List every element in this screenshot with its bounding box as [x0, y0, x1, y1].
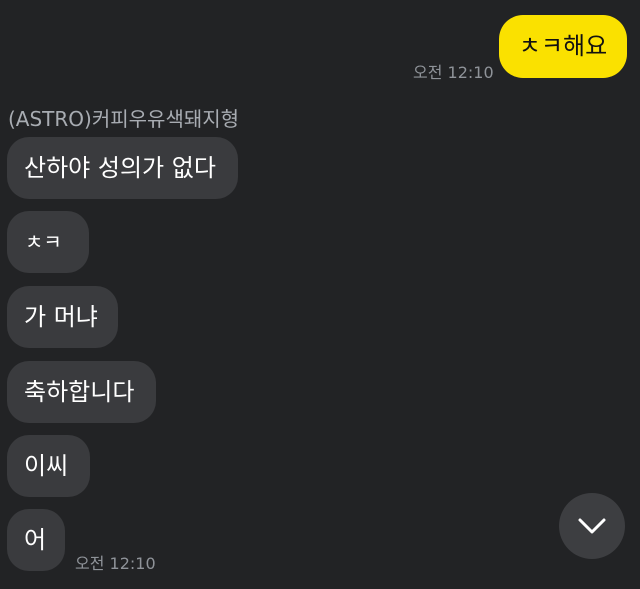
outgoing-message-time: 오전 12:10: [413, 63, 494, 82]
incoming-message-bubble[interactable]: ㅊㅋ: [7, 211, 89, 273]
scroll-to-bottom-button[interactable]: [559, 493, 625, 559]
incoming-message-bubble[interactable]: 이씨: [7, 435, 90, 497]
incoming-message-bubble[interactable]: 산하야 성의가 없다: [7, 137, 238, 199]
chat-window: ㅊㅋ해요 오전 12:10 (ASTRO)커피우유색돼지형 산하야 성의가 없다…: [0, 0, 640, 589]
sender-name[interactable]: (ASTRO)커피우유색돼지형: [8, 103, 239, 132]
outgoing-message-bubble[interactable]: ㅊㅋ해요: [499, 15, 627, 78]
incoming-message-time: 오전 12:10: [75, 554, 156, 573]
chevron-down-icon: [577, 517, 607, 535]
incoming-message-bubble[interactable]: 가 머냐: [7, 286, 118, 348]
incoming-message-bubble[interactable]: 어: [7, 509, 65, 571]
incoming-message-bubble[interactable]: 축하합니다: [7, 361, 156, 423]
